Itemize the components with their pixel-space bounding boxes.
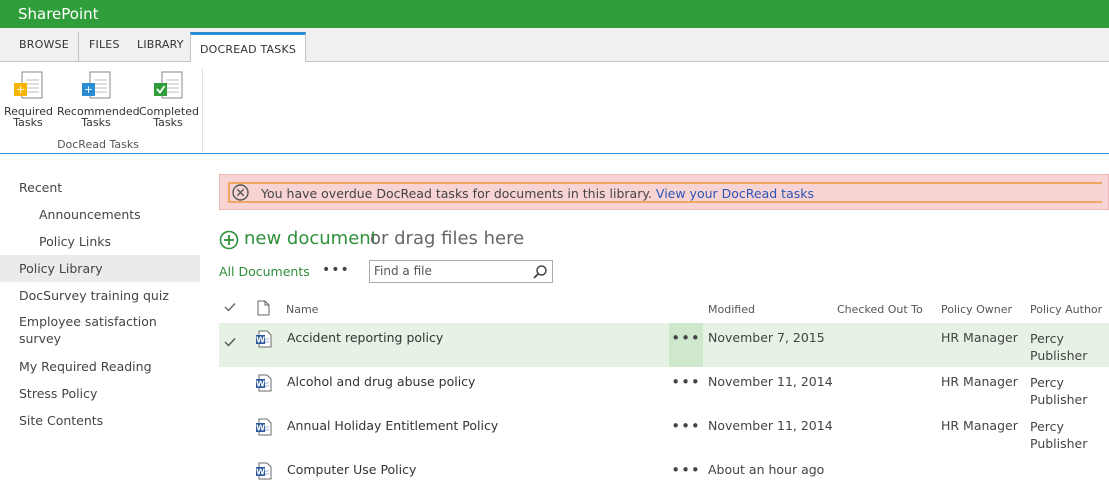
column-header-modified[interactable]: Modified <box>708 303 755 316</box>
nav-recent[interactable]: Recent <box>0 174 200 201</box>
modified-date: About an hour ago <box>708 462 825 477</box>
ribbon-tab-row: BROWSE FILES LIBRARY DOCREAD TASKS <box>0 28 1109 63</box>
column-header-policy-author[interactable]: Policy Author <box>1030 303 1102 316</box>
ribbon-group-divider <box>202 68 203 152</box>
view-docread-tasks-link[interactable]: View your DocRead tasks <box>656 186 814 201</box>
banner-text: You have overdue DocRead tasks for docum… <box>261 186 652 201</box>
tab-browse[interactable]: BROWSE <box>19 38 69 51</box>
document-type-icon <box>257 300 270 316</box>
required-tasks-label-2: Tasks <box>13 116 43 129</box>
column-header-name[interactable]: Name <box>286 303 318 316</box>
policy-owner: HR Manager <box>941 418 1018 433</box>
word-document-icon: W <box>256 374 272 392</box>
document-name-link[interactable]: Accident reporting policy <box>287 330 443 345</box>
find-file-box <box>369 260 553 283</box>
open-menu-button[interactable]: ••• <box>669 367 703 411</box>
column-header-policy-owner[interactable]: Policy Owner <box>941 303 1012 316</box>
nav-docsurvey-training-quiz[interactable]: DocSurvey training quiz <box>0 282 200 309</box>
open-menu-button[interactable]: ••• <box>669 455 703 499</box>
view-bar: All Documents ••• <box>219 260 619 284</box>
modified-date: November 11, 2014 <box>708 418 833 433</box>
recommended-tasks-icon: + <box>82 71 111 99</box>
svg-text:W: W <box>256 336 265 345</box>
policy-owner: HR Manager <box>941 374 1018 389</box>
completed-tasks-label-2: Tasks <box>153 116 183 129</box>
ribbon-panel: + Required Tasks + Recommended Tasks Com… <box>0 62 1109 154</box>
recommended-tasks-label-2: Tasks <box>81 116 111 129</box>
svg-text:W: W <box>256 468 265 477</box>
suite-bar: SharePoint <box>0 0 1109 28</box>
select-all-checkmark-icon[interactable] <box>224 302 236 312</box>
document-name-link[interactable]: Computer Use Policy <box>287 462 416 477</box>
close-circle-icon[interactable] <box>232 184 249 201</box>
word-document-icon: W <box>256 330 272 348</box>
modified-date: November 11, 2014 <box>708 374 833 389</box>
policy-author: Percy Publisher <box>1030 375 1088 407</box>
policy-author: Percy Publisher <box>1030 419 1088 451</box>
banner-message: You have overdue DocRead tasks for docum… <box>261 186 814 201</box>
table-row[interactable]: W Accident reporting policy ••• November… <box>219 323 1109 367</box>
tab-divider <box>78 32 79 62</box>
table-row[interactable]: W Computer Use Policy ••• About an hour … <box>219 455 1109 499</box>
completed-tasks-icon <box>154 71 183 99</box>
modified-date: November 7, 2015 <box>708 330 825 345</box>
tab-docread-tasks[interactable]: DOCREAD TASKS <box>190 32 307 63</box>
recommended-tasks-button[interactable]: + Recommended Tasks <box>57 70 140 129</box>
more-views-button[interactable]: ••• <box>322 262 350 278</box>
document-name-link[interactable]: Annual Holiday Entitlement Policy <box>287 418 498 433</box>
banner-inner: You have overdue DocRead tasks for docum… <box>228 182 1102 203</box>
svg-text:W: W <box>256 424 265 433</box>
policy-author: Percy Publisher <box>1030 331 1088 363</box>
tab-files[interactable]: FILES <box>89 38 120 51</box>
nav-site-contents[interactable]: Site Contents <box>0 407 200 434</box>
svg-text:W: W <box>256 380 265 389</box>
overdue-banner: You have overdue DocRead tasks for docum… <box>219 174 1109 210</box>
ribbon-group-label: DocRead Tasks <box>57 138 139 151</box>
search-icon[interactable] <box>532 264 548 280</box>
add-circle-icon[interactable] <box>219 230 239 250</box>
nav-announcements[interactable]: Announcements <box>0 201 200 228</box>
table-row[interactable]: W Alcohol and drug abuse policy ••• Nove… <box>219 367 1109 411</box>
nav-stress-policy[interactable]: Stress Policy <box>0 380 200 407</box>
open-menu-button[interactable]: ••• <box>669 323 703 367</box>
open-menu-button[interactable]: ••• <box>669 411 703 455</box>
tab-library[interactable]: LIBRARY <box>137 38 184 51</box>
document-name-link[interactable]: Alcohol and drug abuse policy <box>287 374 475 389</box>
new-document-link[interactable]: new document <box>244 228 378 249</box>
nav-employee-satisfaction-survey[interactable]: Employee satisfaction survey <box>0 309 160 349</box>
table-row[interactable]: W Annual Holiday Entitlement Policy ••• … <box>219 411 1109 455</box>
nav-my-required-reading[interactable]: My Required Reading <box>0 353 200 380</box>
nav-policy-library[interactable]: Policy Library <box>0 255 200 282</box>
policy-owner: HR Manager <box>941 330 1018 345</box>
find-file-input[interactable] <box>374 264 524 278</box>
column-header-checked-out-to[interactable]: Checked Out To <box>837 303 923 316</box>
drag-files-text: or drag files here <box>370 228 525 249</box>
svg-text:+: + <box>84 83 93 96</box>
required-tasks-button[interactable]: + Required Tasks <box>4 70 53 129</box>
completed-tasks-button[interactable]: Completed Tasks <box>139 70 199 129</box>
word-document-icon: W <box>256 462 272 480</box>
sharepoint-brand[interactable]: SharePoint <box>18 5 99 23</box>
svg-text:+: + <box>16 83 25 96</box>
required-tasks-icon: + <box>14 71 43 99</box>
word-document-icon: W <box>256 418 272 436</box>
nav-policy-links[interactable]: Policy Links <box>0 228 200 255</box>
all-documents-view[interactable]: All Documents <box>219 264 310 279</box>
row-checkmark-icon[interactable] <box>224 337 236 347</box>
